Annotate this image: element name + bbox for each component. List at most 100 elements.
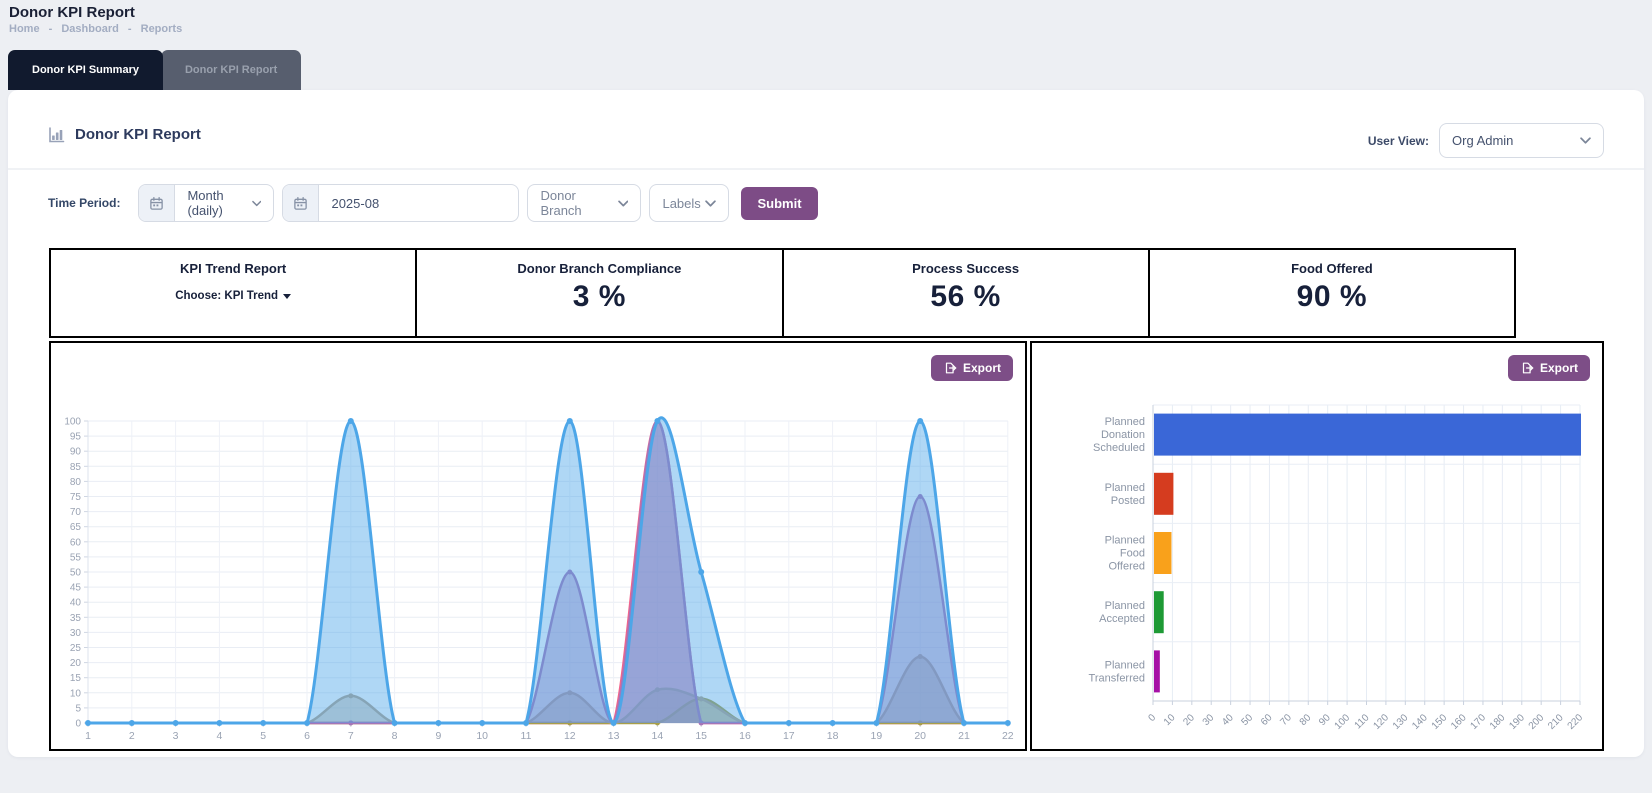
donor-kpi-report-page: { "page": { "title": "Donor KPI Report",… — [0, 0, 1652, 793]
user-view-label: User View: — [1368, 134, 1429, 148]
report-tabs: Donor KPI Summary Donor KPI Report — [8, 50, 301, 90]
svg-text:40: 40 — [1220, 712, 1236, 728]
svg-text:10: 10 — [70, 688, 82, 699]
svg-text:Planned: Planned — [1105, 535, 1145, 547]
breadcrumb: Home - Dashboard - Reports — [9, 23, 188, 35]
kpi-title: Food Offered — [1291, 261, 1373, 276]
labels-select[interactable]: Labels — [649, 184, 729, 222]
svg-text:21: 21 — [958, 730, 970, 742]
svg-text:100: 100 — [64, 417, 81, 428]
svg-text:200: 200 — [1527, 712, 1547, 732]
svg-text:50: 50 — [70, 568, 82, 579]
file-export-icon — [1520, 361, 1534, 375]
time-period-label: Time Period: — [48, 196, 120, 210]
month-group — [282, 184, 519, 222]
svg-text:1: 1 — [85, 730, 91, 742]
svg-text:130: 130 — [1391, 712, 1411, 732]
svg-text:4: 4 — [216, 730, 222, 742]
svg-text:15: 15 — [695, 730, 707, 742]
svg-text:35: 35 — [70, 613, 82, 624]
svg-text:Planned: Planned — [1105, 482, 1145, 494]
svg-text:60: 60 — [70, 537, 82, 548]
svg-text:Food: Food — [1120, 548, 1145, 560]
svg-text:70: 70 — [70, 507, 82, 518]
chevron-down-icon — [705, 200, 716, 207]
kpi-cell-food-offered: Food Offered 90 % — [1150, 250, 1514, 336]
svg-text:50: 50 — [1240, 712, 1256, 728]
breadcrumb-separator: - — [49, 23, 53, 35]
svg-text:80: 80 — [70, 477, 82, 488]
svg-text:210: 210 — [1546, 712, 1566, 732]
svg-text:7: 7 — [348, 730, 354, 742]
svg-text:3: 3 — [173, 730, 179, 742]
planned-status-bar-chart[interactable]: 0102030405060708090100110120130140150160… — [1032, 343, 1602, 749]
user-view-value: Org Admin — [1452, 133, 1513, 148]
export-button-label: Export — [1540, 361, 1578, 375]
svg-text:0: 0 — [1146, 712, 1158, 724]
svg-text:25: 25 — [70, 643, 82, 654]
kpi-trend-chooser[interactable]: Choose: KPI Trend — [175, 290, 291, 302]
svg-text:11: 11 — [521, 730, 532, 742]
kpi-trend-line-chart[interactable]: 0510152025303540455055606570758085909510… — [51, 343, 1025, 749]
breadcrumb-reports[interactable]: Reports — [141, 23, 183, 35]
kpi-cell-donor-branch-compliance: Donor Branch Compliance 3 % — [417, 250, 783, 336]
export-button[interactable]: Export — [1508, 355, 1590, 381]
svg-text:30: 30 — [70, 628, 82, 639]
kpi-title: Process Success — [912, 261, 1019, 276]
card-title: Donor KPI Report — [75, 126, 201, 143]
svg-text:Planned: Planned — [1105, 416, 1145, 428]
report-card: Donor KPI Report User View: Org Admin Ti… — [8, 90, 1644, 757]
breadcrumb-home[interactable]: Home — [9, 23, 40, 35]
svg-text:60: 60 — [1259, 712, 1275, 728]
calendar-icon — [283, 185, 319, 221]
svg-text:Planned: Planned — [1105, 600, 1145, 612]
chevron-down-icon — [252, 200, 261, 207]
breadcrumb-dashboard[interactable]: Dashboard — [61, 23, 118, 35]
svg-text:Donation: Donation — [1101, 429, 1145, 441]
export-button[interactable]: Export — [931, 355, 1013, 381]
svg-text:90: 90 — [70, 447, 82, 458]
kpi-trend-cell: KPI Trend Report Choose: KPI Trend — [51, 250, 417, 336]
tab-donor-kpi-summary[interactable]: Donor KPI Summary — [8, 50, 163, 90]
svg-text:19: 19 — [871, 730, 883, 742]
svg-text:220: 220 — [1566, 712, 1586, 732]
svg-text:150: 150 — [1430, 712, 1450, 732]
planned-status-bar-chart-panel: Export 010203040506070809010011012013014… — [1030, 341, 1604, 751]
svg-text:30: 30 — [1201, 712, 1217, 728]
svg-text:Offered: Offered — [1109, 561, 1146, 573]
kpi-value: 3 % — [573, 280, 626, 314]
svg-text:Scheduled: Scheduled — [1093, 442, 1145, 454]
calendar-icon — [139, 185, 175, 221]
kpi-cell-process-success: Process Success 56 % — [784, 250, 1150, 336]
svg-text:70: 70 — [1278, 712, 1294, 728]
svg-text:180: 180 — [1488, 712, 1508, 732]
granularity-group: Month (daily) — [138, 184, 274, 222]
file-export-icon — [943, 361, 957, 375]
svg-text:45: 45 — [70, 583, 82, 594]
svg-text:55: 55 — [70, 552, 82, 563]
submit-button[interactable]: Submit — [741, 187, 817, 220]
svg-text:9: 9 — [435, 730, 441, 742]
chevron-down-icon — [1580, 137, 1591, 144]
svg-text:90: 90 — [1317, 712, 1333, 728]
granularity-value: Month (daily) — [187, 188, 252, 218]
breadcrumb-separator: - — [128, 23, 132, 35]
user-view-select[interactable]: Org Admin — [1439, 123, 1604, 158]
donor-branch-placeholder: Donor Branch — [540, 188, 617, 218]
tab-donor-kpi-report[interactable]: Donor KPI Report — [161, 50, 301, 90]
card-header: Donor KPI Report User View: Org Admin — [8, 90, 1644, 170]
kpi-trend-chooser-label: Choose: KPI Trend — [175, 290, 278, 302]
svg-text:Posted: Posted — [1111, 495, 1145, 507]
kpi-summary-table: KPI Trend Report Choose: KPI Trend Donor… — [49, 248, 1516, 338]
month-input[interactable] — [319, 185, 479, 221]
page-title: Donor KPI Report — [9, 4, 135, 21]
caret-down-icon — [283, 294, 291, 299]
svg-text:10: 10 — [1162, 712, 1178, 728]
svg-text:190: 190 — [1507, 712, 1527, 732]
granularity-select[interactable]: Month (daily) — [175, 185, 273, 221]
svg-text:17: 17 — [783, 730, 795, 742]
donor-branch-select[interactable]: Donor Branch — [527, 184, 641, 222]
svg-text:110: 110 — [1353, 712, 1372, 731]
filter-bar: Time Period: Month (daily) — [48, 184, 818, 222]
svg-text:15: 15 — [70, 673, 82, 684]
